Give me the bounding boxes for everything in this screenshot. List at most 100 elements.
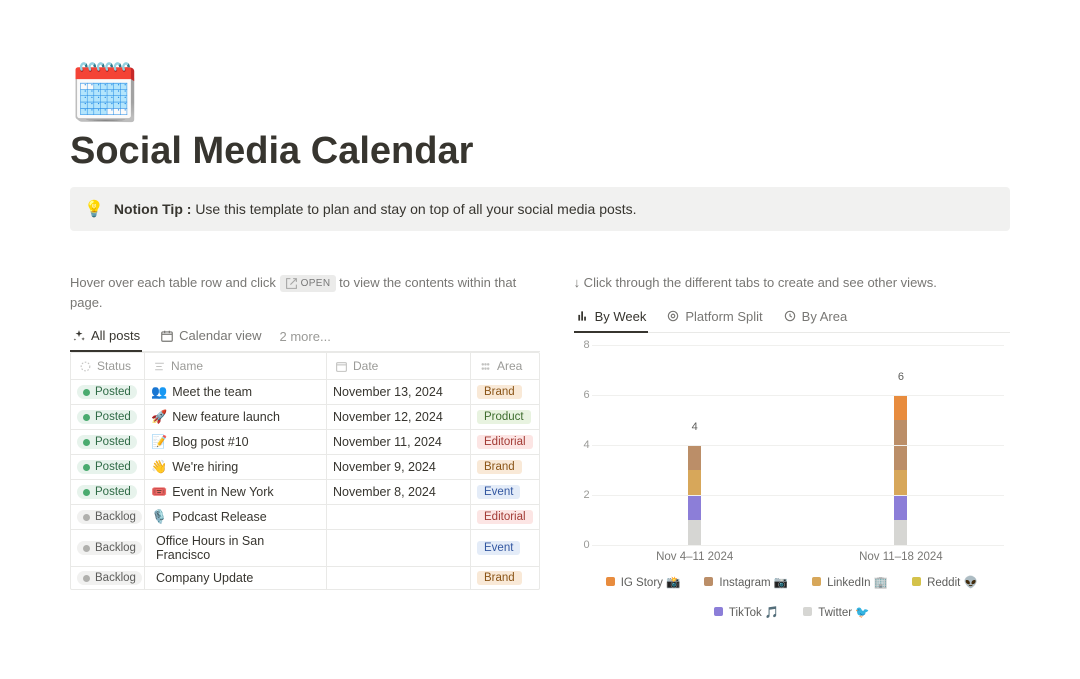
row-emoji: 📝 (151, 434, 167, 450)
tab-all-posts[interactable]: All posts (70, 322, 142, 352)
tip-text: Use this template to plan and stay on to… (195, 201, 636, 217)
bar-segment (894, 470, 907, 495)
status-badge: Backlog (77, 541, 142, 555)
donut-icon (666, 309, 680, 323)
area-tag: Brand (477, 385, 522, 399)
tip-label: Notion Tip : (114, 201, 192, 217)
bar-segment (688, 495, 701, 520)
multiselect-icon (479, 360, 492, 373)
legend-item[interactable]: Reddit 👽 (912, 575, 978, 589)
table-row[interactable]: Backlog 🎙️ Podcast Release Editorial (71, 505, 539, 530)
page-icon[interactable]: 🗓️ (70, 60, 1010, 126)
bar-segment (894, 520, 907, 545)
row-name: Meet the team (172, 385, 252, 399)
open-pill: OPEN (280, 275, 336, 292)
row-date (327, 530, 471, 566)
table-row[interactable]: Posted 👥 Meet the team November 13, 2024 Bra… (71, 380, 539, 405)
row-date: November 12, 2024 (327, 405, 471, 429)
lightbulb-icon: 💡 (84, 199, 104, 219)
status-badge: Posted (77, 410, 137, 424)
row-emoji: 🚀 (151, 409, 167, 425)
row-name: We're hiring (172, 460, 238, 474)
right-hint: ↓ Click through the different tabs to cr… (574, 273, 1010, 293)
tab-by-area[interactable]: By Area (781, 303, 850, 333)
chart-tabs: By Week Platform Split By Area (574, 303, 1010, 333)
clock-icon (783, 309, 797, 323)
area-tag: Product (477, 410, 531, 424)
table-row[interactable]: Posted 🎟️ Event in New York November 8, 202… (71, 480, 539, 505)
table-row[interactable]: Backlog Office Hours in San Francisco Even… (71, 530, 539, 567)
bar-segment (894, 495, 907, 520)
row-emoji: 🎙️ (151, 509, 167, 525)
db-tabs: All posts Calendar view 2 more... (70, 322, 540, 352)
table-row[interactable]: Posted 📝 Blog post #10 November 11, 2024 Edi… (71, 430, 539, 455)
bar-segment (688, 470, 701, 495)
row-date (327, 505, 471, 529)
row-name: Podcast Release (172, 510, 267, 524)
status-badge: Backlog (77, 510, 142, 524)
legend-item[interactable]: LinkedIn 🏢 (812, 575, 888, 589)
status-badge: Posted (77, 460, 137, 474)
x-label: Nov 11–18 2024 (798, 551, 1004, 563)
row-name: Blog post #10 (172, 435, 248, 449)
area-tag: Event (477, 485, 520, 499)
table-row[interactable]: Backlog Company Update Brand (71, 567, 539, 589)
col-date[interactable]: Date (327, 353, 471, 379)
area-tag: Brand (477, 460, 522, 474)
tab-by-week[interactable]: By Week (574, 303, 649, 333)
table-row[interactable]: Posted 🚀 New feature launch November 12, 20… (71, 405, 539, 430)
area-tag: Editorial (477, 510, 533, 524)
row-name: New feature launch (172, 410, 280, 424)
bar-segment (894, 395, 907, 420)
tip-callout: 💡 Notion Tip : Use this template to plan… (70, 187, 1010, 231)
sparkle-icon (72, 329, 86, 343)
area-tag: Event (477, 541, 520, 555)
row-date: November 13, 2024 (327, 380, 471, 404)
y-tick: 6 (583, 389, 589, 401)
left-hint: Hover over each table row and click OPEN… (70, 273, 540, 312)
status-badge: Posted (77, 435, 137, 449)
bar-total-label: 6 (898, 371, 904, 383)
legend-item[interactable]: TikTok 🎵 (714, 605, 779, 619)
row-date: November 11, 2024 (327, 430, 471, 454)
col-name[interactable]: Name (145, 353, 327, 379)
row-name: Company Update (156, 571, 253, 585)
page-title: Social Media Calendar (70, 130, 1010, 173)
calendar-icon (335, 360, 348, 373)
weekly-chart: 02468 46 Nov 4–11 2024Nov 11–18 2024 IG … (574, 345, 1010, 619)
tab-calendar-view[interactable]: Calendar view (158, 322, 263, 352)
y-tick: 0 (583, 539, 589, 551)
bar-segment (688, 520, 701, 545)
bar-chart-icon (576, 309, 590, 323)
text-icon (153, 360, 166, 373)
status-icon (79, 360, 92, 373)
y-tick: 8 (583, 339, 589, 351)
row-emoji: 🎟️ (151, 484, 167, 500)
table-row[interactable]: Posted 👋 We're hiring November 9, 2024 Brand (71, 455, 539, 480)
legend-item[interactable]: Instagram 📷 (704, 575, 788, 589)
status-badge: Posted (77, 385, 137, 399)
col-area[interactable]: Area (471, 353, 539, 379)
row-date: November 8, 2024 (327, 480, 471, 504)
row-emoji: 👋 (151, 459, 167, 475)
x-label: Nov 4–11 2024 (592, 551, 798, 563)
row-name: Office Hours in San Francisco (156, 534, 320, 562)
area-tag: Brand (477, 571, 522, 585)
y-tick: 4 (583, 439, 589, 451)
more-tabs[interactable]: 2 more... (280, 329, 331, 344)
status-badge: Backlog (77, 571, 142, 585)
legend-item[interactable]: Twitter 🐦 (803, 605, 869, 619)
row-name: Event in New York (172, 485, 273, 499)
tab-platform-split[interactable]: Platform Split (664, 303, 764, 333)
row-emoji: 👥 (151, 384, 167, 400)
bar-total-label: 4 (692, 421, 698, 433)
legend-item[interactable]: IG Story 📸 (606, 575, 681, 589)
calendar-icon (160, 329, 174, 343)
area-tag: Editorial (477, 435, 533, 449)
row-date (327, 567, 471, 589)
y-tick: 2 (583, 489, 589, 501)
status-badge: Posted (77, 485, 137, 499)
bar-segment (688, 445, 701, 470)
col-status[interactable]: Status (71, 353, 145, 379)
row-date: November 9, 2024 (327, 455, 471, 479)
